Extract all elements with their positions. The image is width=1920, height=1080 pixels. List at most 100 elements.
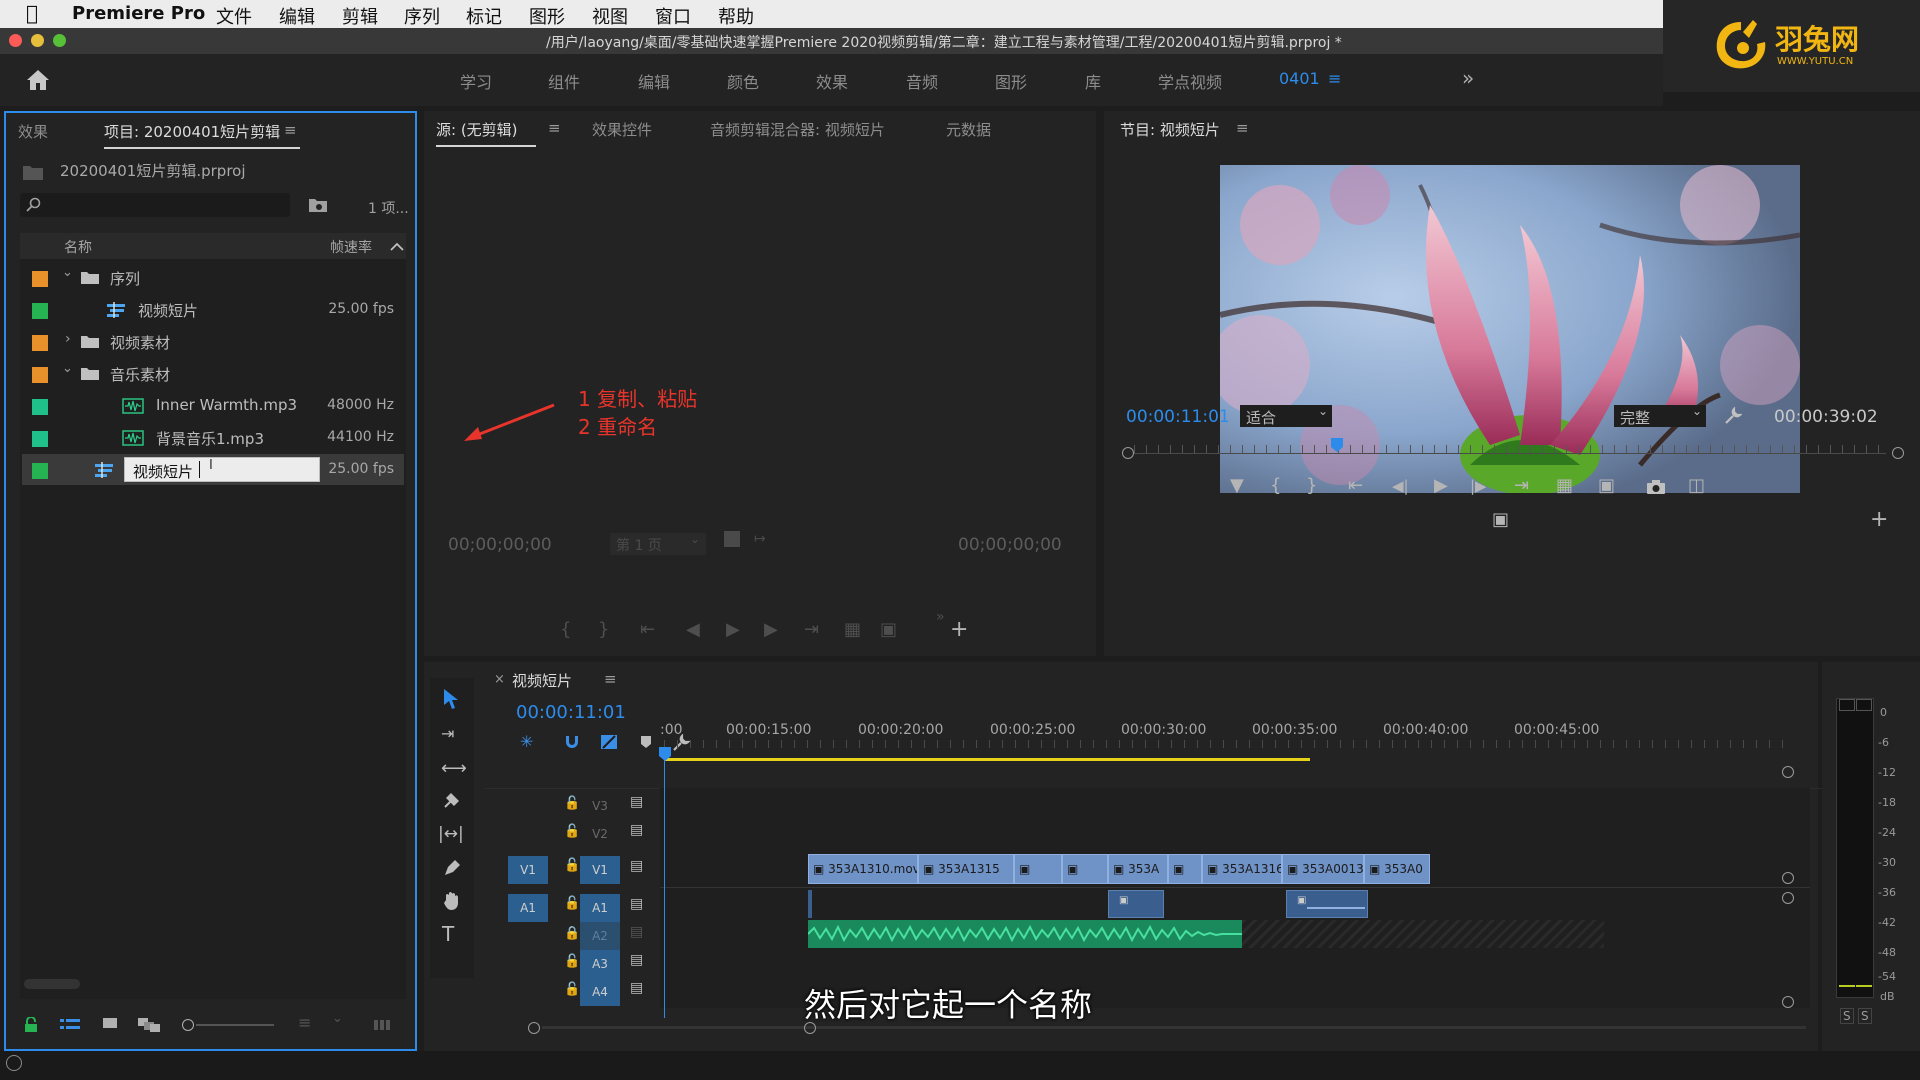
label-color-orange[interactable]	[32, 367, 48, 383]
chevron-right-icon[interactable]: ›	[65, 331, 71, 347]
chevron-down-icon[interactable]: ⌄	[62, 361, 73, 376]
track-lock-icon[interactable]: 🔒	[564, 926, 580, 941]
sync-lock-icon[interactable]: ▤	[630, 980, 643, 996]
menu-edit[interactable]: 编辑	[279, 3, 315, 29]
icon-view-icon[interactable]	[102, 1017, 118, 1031]
lock-icon[interactable]	[24, 1017, 38, 1033]
insert-clip-icon[interactable]: ▦	[844, 619, 861, 640]
home-icon[interactable]	[26, 69, 50, 91]
label-color-orange[interactable]	[32, 335, 48, 351]
column-framerate-header[interactable]: 帧速率	[330, 237, 372, 257]
program-panel-menu-icon[interactable]: ≡	[1236, 119, 1249, 137]
list-item[interactable]: ⌄ 序列	[22, 262, 404, 293]
camera-export-frame-icon[interactable]	[1646, 479, 1666, 495]
page-select[interactable]: 第 1 页 ⌄	[610, 532, 706, 555]
go-to-out-icon[interactable]: ⇥	[804, 619, 819, 640]
background-task-icon[interactable]	[6, 1055, 22, 1071]
horizontal-scrollbar[interactable]	[24, 979, 80, 989]
menu-window[interactable]: 窗口	[655, 3, 691, 29]
track-label-a2[interactable]: A2	[580, 922, 620, 950]
audio-scroll-handle[interactable]	[1782, 892, 1794, 904]
timeline-playhead-timecode[interactable]: 00:00:11:01	[516, 702, 626, 723]
track-label-v1[interactable]: V1	[580, 856, 620, 884]
hand-tool-icon[interactable]	[442, 890, 462, 912]
label-color-green[interactable]	[32, 463, 48, 479]
tab-source[interactable]: 源: (无剪辑)	[436, 119, 518, 140]
menu-sequence[interactable]: 序列	[404, 3, 440, 29]
sync-lock-icon[interactable]: ▤	[630, 924, 643, 940]
horizontal-scrollbar[interactable]	[542, 1026, 1806, 1029]
selection-tool-icon[interactable]	[442, 688, 460, 710]
workspace-effects[interactable]: 效果	[816, 69, 848, 93]
go-to-in-icon[interactable]: ⇤	[1348, 475, 1363, 496]
wrench-icon[interactable]	[1724, 407, 1742, 425]
workspace-learn[interactable]: 学习	[460, 69, 492, 93]
track-label-v2[interactable]: V2	[580, 820, 620, 848]
video-clip[interactable]: ▣ 353A0	[1364, 854, 1430, 884]
workspace-menu-icon[interactable]: ≡	[1328, 69, 1341, 88]
apple-icon[interactable]: 	[26, 1, 38, 25]
sync-lock-icon[interactable]: ▤	[630, 952, 643, 968]
chevron-down-icon[interactable]: ⌄	[62, 265, 73, 280]
button-editor-icon[interactable]: +	[1870, 507, 1888, 532]
playback-resolution-select[interactable]: 完整 ⌄	[1614, 404, 1706, 427]
track-select-tool-icon[interactable]: ⇥	[441, 724, 454, 743]
audio-clip[interactable]: ▣	[1286, 890, 1368, 918]
track-lock-icon[interactable]: 🔓	[564, 796, 580, 811]
linked-selection-icon[interactable]	[600, 734, 618, 750]
column-name-header[interactable]: 名称	[64, 237, 92, 257]
video-clip[interactable]: ▣	[1014, 854, 1062, 884]
close-tab-icon[interactable]: ×	[494, 672, 505, 687]
project-search-input[interactable]	[20, 193, 290, 217]
track-area[interactable]	[660, 788, 1810, 1008]
automate-to-sequence-icon[interactable]	[374, 1019, 394, 1031]
audio-clip[interactable]: ▣	[1108, 890, 1164, 918]
tab-effects[interactable]: 效果	[18, 121, 48, 142]
list-item[interactable]: 视频短片 25.00 fps	[22, 294, 404, 325]
video-clip[interactable]: ▣	[1168, 854, 1202, 884]
list-view-icon[interactable]	[60, 1017, 80, 1033]
menu-help[interactable]: 帮助	[718, 3, 754, 29]
source-timecode-in[interactable]: 00;00;00;00	[448, 535, 552, 555]
menu-app-name[interactable]: Premiere Pro	[72, 3, 205, 24]
scroll-handle-right[interactable]	[1892, 447, 1904, 459]
slip-tool-icon[interactable]: |↔|	[438, 824, 464, 844]
list-item[interactable]: › 视频素材	[22, 326, 404, 357]
track-label-v3[interactable]: V3	[580, 792, 620, 820]
project-panel-menu-icon[interactable]: ≡	[284, 121, 297, 139]
zoom-level-select[interactable]: 适合 ⌄	[1240, 404, 1332, 427]
tab-project[interactable]: 项目: 20200401短片剪辑	[104, 121, 280, 142]
track-lock-icon[interactable]: 🔓	[564, 858, 580, 873]
insert-nest-icon[interactable]: ✳	[520, 732, 533, 751]
workspace-audio[interactable]: 音频	[906, 69, 938, 93]
overwrite-clip-icon[interactable]: ▣	[880, 619, 897, 640]
zoom-slider-handle[interactable]	[182, 1019, 194, 1031]
list-item[interactable]: 背景音乐1.mp3 44100 Hz	[22, 422, 404, 453]
zoom-window-button[interactable]	[53, 34, 66, 47]
timeline-playhead-marker[interactable]	[658, 746, 672, 762]
go-to-out-icon[interactable]: ⇥	[1514, 475, 1529, 496]
audio-zoom-handle[interactable]	[1782, 996, 1794, 1008]
rename-input[interactable]: 视频短片 I	[124, 457, 320, 482]
solo-right-button[interactable]: S	[1858, 1008, 1872, 1024]
add-marker-icon[interactable]: {	[560, 619, 571, 640]
safe-margins-icon[interactable]: ▣	[1492, 509, 1509, 530]
sort-icons-icon[interactable]: ≡	[298, 1013, 311, 1032]
freeform-view-icon[interactable]	[138, 1017, 162, 1033]
work-area-bar[interactable]	[664, 758, 1310, 761]
play-icon[interactable]: ▶	[726, 619, 740, 640]
menu-clip[interactable]: 剪辑	[342, 3, 378, 29]
comparison-view-icon[interactable]: ◫	[1688, 475, 1705, 496]
scroll-handle-left[interactable]	[1122, 447, 1134, 459]
workspace-0401-active[interactable]: 0401	[1279, 69, 1320, 88]
sync-lock-icon[interactable]: ▤	[630, 896, 643, 912]
track-label-a4[interactable]: A4	[580, 978, 620, 1006]
tab-effect-controls[interactable]: 效果控件	[592, 119, 652, 140]
chevron-down-icon[interactable]: ⌄	[332, 1011, 343, 1026]
source-patch-a1[interactable]: A1	[508, 894, 548, 922]
video-clip[interactable]: ▣ 353A1316	[1202, 854, 1282, 884]
ripple-edit-tool-icon[interactable]: ⟷	[441, 758, 467, 779]
label-color-teal[interactable]	[32, 399, 48, 415]
label-color-orange[interactable]	[32, 271, 48, 287]
tab-audio-clip-mixer[interactable]: 音频剪辑混合器: 视频短片	[710, 119, 885, 140]
